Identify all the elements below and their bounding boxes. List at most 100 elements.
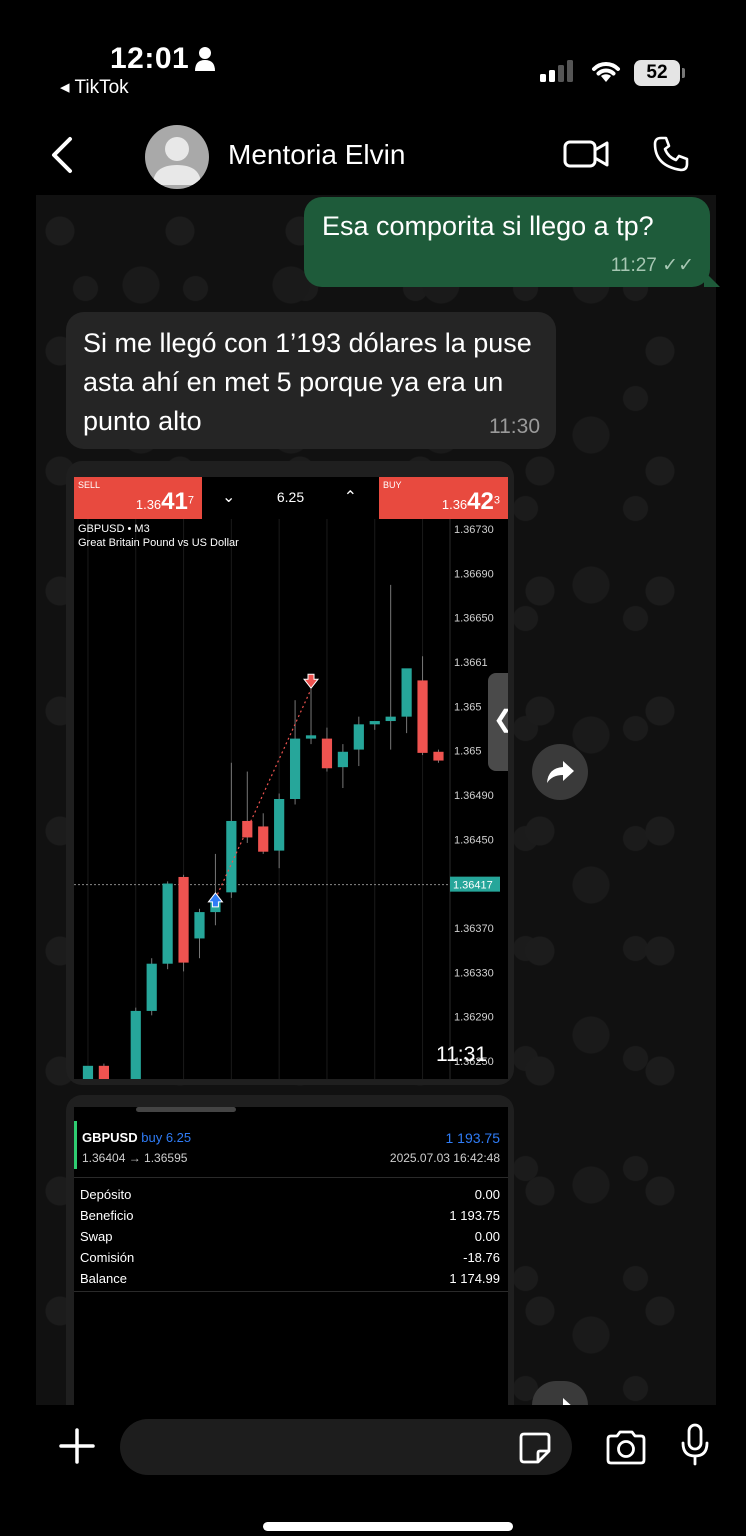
candle-body	[369, 721, 380, 725]
sell-price-prefix: 1.36	[135, 497, 162, 512]
row-value: -18.76	[463, 1250, 500, 1265]
chevron-up-icon: ⌃	[343, 489, 357, 506]
microphone-icon[interactable]	[680, 1423, 710, 1467]
volume-bar: ⌄ 6.25 ⌃	[202, 477, 379, 519]
price-tick-label: 1.36450	[454, 834, 494, 846]
candle-body	[305, 735, 317, 739]
status-time: 12:01	[110, 42, 190, 75]
cellular-signal-icon	[540, 60, 573, 82]
detail-row: Swap 0.00	[74, 1229, 508, 1250]
row-label: Beneficio	[80, 1208, 134, 1223]
home-indicator[interactable]	[263, 1522, 513, 1531]
price-tick-label: 1.365	[454, 701, 482, 713]
default-avatar-icon	[153, 137, 201, 185]
sell-label: SELL	[78, 480, 101, 490]
chat-header: Mentoria Elvin	[0, 105, 746, 195]
contact-avatar[interactable]	[145, 125, 209, 189]
buy-price-big: 42	[467, 488, 494, 515]
candle-body	[401, 668, 412, 717]
sticker-icon[interactable]	[518, 1431, 552, 1465]
candle-body	[385, 716, 396, 722]
candle-body	[289, 738, 301, 799]
mt5-chart-screenshot: SELL 1.36417 ⌄ 6.25 ⌃ BUY 1.36423 1.3673…	[74, 477, 508, 1079]
image-timestamp: 11:31	[436, 1043, 487, 1066]
wifi-icon	[592, 62, 620, 82]
chart-symbol-description: Great Britain Pound vs US Dollar	[78, 537, 239, 549]
price-tick-label: 1.36370	[454, 923, 494, 935]
candle-body	[130, 1010, 141, 1079]
voice-call-icon[interactable]	[652, 135, 690, 173]
status-bar: 12:01 ◂ TikTok 52	[0, 0, 746, 105]
price-tick-label: 1.36290	[454, 1012, 494, 1024]
row-value: 1 193.75	[449, 1208, 500, 1223]
candle-body	[321, 738, 333, 769]
current-price-label: 1.36417	[453, 880, 493, 892]
candle-body	[433, 751, 444, 761]
forward-arrow-icon	[563, 1398, 571, 1405]
message-time-read: 11:27 ✓✓	[610, 255, 694, 276]
forward-arrow-icon	[547, 761, 574, 783]
exit-arrow-icon	[302, 673, 320, 690]
video-call-icon[interactable]	[562, 137, 610, 171]
row-label: Depósito	[80, 1187, 132, 1202]
message-input[interactable]	[120, 1419, 572, 1475]
price-tick-label: 1.36490	[454, 790, 494, 802]
position-side: buy 6.25	[141, 1130, 192, 1145]
sell-price-box: SELL 1.36417	[74, 477, 202, 519]
plus-icon[interactable]	[58, 1427, 96, 1465]
chart-symbol: GBPUSD • M3	[78, 523, 150, 535]
detail-row: Balance 1 174.99	[74, 1271, 508, 1292]
row-value: 0.00	[474, 1229, 500, 1244]
candle-body	[337, 751, 348, 768]
focus-person-icon	[195, 47, 215, 71]
candle-body	[82, 1065, 94, 1079]
camera-icon[interactable]	[604, 1429, 648, 1465]
detail-row: Comisión -18.76	[74, 1250, 508, 1271]
position-symbol: GBPUSD buy 6.25	[82, 1130, 191, 1145]
message-text: Si me llegó con 1’193 dólares la puse as…	[83, 328, 532, 436]
row-value: 0.00	[474, 1187, 500, 1202]
candlestick-chart: 1.36730 1.36690 1.36650 1.3661 1.365 1.365 1.3…	[74, 519, 500, 1079]
price-tick-label: 1.36330	[454, 967, 494, 979]
sheet-handle	[136, 1107, 236, 1112]
candle-body	[98, 1065, 109, 1079]
position-header: GBPUSD buy 6.25 1 193.75 1.36404 → 1.365…	[74, 1121, 508, 1169]
mt5-trade-screenshot: GBPUSD buy 6.25 1 193.75 1.36404 → 1.365…	[74, 1107, 508, 1405]
sell-price-sup: 7	[187, 494, 194, 507]
compose-bar	[0, 1405, 746, 1536]
divider	[74, 1291, 508, 1292]
price-tick-label: 1.365	[454, 746, 482, 758]
buy-price-prefix: 1.36	[441, 497, 468, 512]
candle-body	[162, 883, 173, 964]
forward-button[interactable]	[532, 744, 588, 800]
candle-body	[194, 912, 205, 939]
outgoing-message[interactable]: Esa comporita si llego a tp? 11:27 ✓✓	[304, 197, 720, 287]
chat-area[interactable]: Esa comporita si llego a tp? 11:27 ✓✓ Si…	[36, 195, 720, 1405]
incoming-message[interactable]: Si me llegó con 1’193 dólares la puse as…	[66, 312, 556, 449]
back-chevron-icon[interactable]	[46, 135, 76, 175]
candle-body	[178, 876, 189, 963]
candle-body	[274, 799, 285, 851]
sell-price-big: 41	[161, 488, 188, 515]
image-message-chart[interactable]: SELL 1.36417 ⌄ 6.25 ⌃ BUY 1.36423 1.3673…	[66, 461, 514, 1085]
detail-row: Depósito 0.00	[74, 1187, 508, 1208]
image-message-trade-detail[interactable]: GBPUSD buy 6.25 1 193.75 1.36404 → 1.365…	[66, 1095, 514, 1405]
candle-body	[146, 963, 157, 1011]
message-time: 11:30	[489, 415, 540, 438]
price-tick-label: 1.36690	[454, 568, 494, 580]
row-label: Balance	[80, 1271, 127, 1286]
back-to-app-link[interactable]: ◂ TikTok	[60, 76, 129, 99]
candle-body	[258, 826, 269, 852]
position-date: 2025.07.03 16:42:48	[389, 1151, 500, 1165]
row-label: Swap	[80, 1229, 113, 1244]
candle-body	[417, 680, 428, 753]
buy-price-box: BUY 1.36423	[379, 477, 508, 519]
forward-button[interactable]	[532, 1381, 588, 1405]
row-value: 1 174.99	[449, 1271, 500, 1286]
battery-indicator: 52	[634, 60, 685, 86]
sell-price: 1.36417	[136, 488, 194, 516]
candle-body	[353, 724, 364, 750]
position-prices: 1.36404 → 1.36595	[82, 1151, 188, 1165]
position-profit: 1 193.75	[445, 1130, 501, 1146]
contact-name[interactable]: Mentoria Elvin	[228, 139, 405, 171]
